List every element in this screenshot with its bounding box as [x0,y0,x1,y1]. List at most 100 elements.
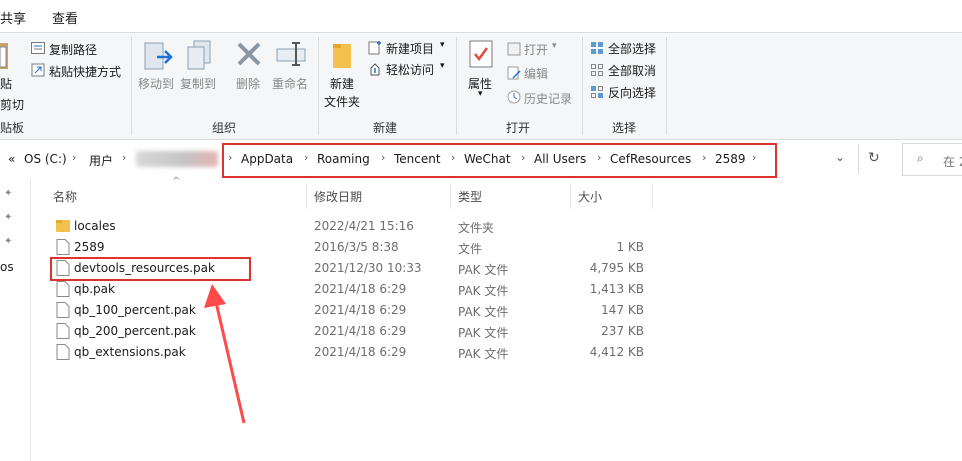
file-name: 2589 [74,240,105,254]
file-row[interactable]: qb_extensions.pak 2021/4/18 6:29 PAK 文件 … [50,342,650,363]
tab-share[interactable]: 共享 [0,8,26,27]
copy-to-button[interactable]: 复制到 [180,75,216,92]
file-date: 2021/4/18 6:29 [314,282,407,296]
paste-shortcut-button[interactable]: 粘贴快捷方式 [49,63,121,80]
file-type: PAK 文件 [458,284,509,298]
nav-item-fragment[interactable]: os [0,260,14,274]
file-icon [56,323,70,339]
search-box[interactable]: ⌕ 在 2 [902,143,962,176]
new-folder-label-1[interactable]: 新建 [330,75,354,92]
properties-icon [468,39,494,72]
column-divider[interactable] [306,183,307,209]
file-size: 1,413 KB [589,282,644,296]
edit-button[interactable]: 编辑 [524,65,548,82]
highlight-box-file [50,257,251,281]
refresh-icon[interactable]: ↻ [868,150,880,166]
column-header-name[interactable]: 名称 [53,188,77,205]
select-group-label: 选择 [612,121,637,135]
history-button[interactable]: 历史记录 [524,90,572,107]
column-divider[interactable] [570,183,571,209]
file-date: 2021/4/18 6:29 [314,324,407,338]
column-header-type[interactable]: 类型 [458,188,482,205]
file-type: PAK 文件 [458,305,509,319]
edit-icon [507,66,521,83]
ribbon: 贴 剪切 复制路径 粘贴快捷方式 贴板 移动到 复制到 删除 重命名 组织 新建… [0,32,962,140]
file-date: 2022/4/21 15:16 [314,219,414,233]
new-item-icon [368,41,382,58]
search-placeholder: 在 2 [943,155,962,169]
file-type: 文件 [458,242,483,256]
chevron-down-icon[interactable]: ▾ [440,61,445,71]
file-size: 4,412 KB [589,345,644,359]
pin-icon[interactable]: ✦ [4,212,12,223]
file-row[interactable]: qb_200_percent.pak 2021/4/18 6:29 PAK 文件… [50,321,650,342]
breadcrumb-overflow[interactable]: « [8,152,15,166]
file-name: qb_extensions.pak [74,345,186,359]
file-row[interactable]: 2589 2016/3/5 8:38 文件 1 KB [50,237,650,258]
invert-selection-button[interactable]: 反向选择 [608,84,656,101]
ribbon-separator [582,37,583,135]
breadcrumb-drive[interactable]: OS (C:) [24,152,67,166]
chevron-down-icon[interactable]: ▾ [440,40,445,50]
copy-path-button[interactable]: 复制路径 [49,41,97,58]
file-type: PAK 文件 [458,347,509,361]
file-size: 4,795 KB [589,261,644,275]
file-icon [56,302,70,318]
paste-button[interactable]: 贴 [0,75,12,92]
file-row[interactable]: qb.pak 2021/4/18 6:29 PAK 文件 1,413 KB [50,279,650,300]
organize-group-label: 组织 [212,121,237,135]
chevron-down-icon[interactable]: ▾ [478,89,483,99]
history-dropdown-icon[interactable]: ⌄ [835,150,845,164]
new-folder-label-2[interactable]: 文件夹 [324,93,360,110]
tab-view[interactable]: 查看 [52,8,78,27]
file-name: locales [74,219,116,233]
ribbon-separator [666,37,667,135]
chevron-right-icon[interactable]: › [122,151,126,164]
annotation-arrow [204,284,246,424]
column-divider[interactable] [450,183,451,209]
move-to-icon [143,39,175,76]
file-icon [56,239,70,255]
select-none-button[interactable]: 全部取消 [608,62,656,79]
rename-icon [276,41,306,70]
column-header-date[interactable]: 修改日期 [314,188,362,205]
file-date: 2021/4/18 6:29 [314,345,407,359]
file-row[interactable]: qb_100_percent.pak 2021/4/18 6:29 PAK 文件… [50,300,650,321]
ribbon-separator [318,37,319,135]
new-item-button[interactable]: 新建项目 [386,40,434,57]
file-icon [56,344,70,360]
file-row[interactable]: locales 2022/4/21 15:16 文件夹 [50,216,650,237]
move-to-button[interactable]: 移动到 [138,75,174,92]
cut-button[interactable]: 剪切 [0,96,24,113]
chevron-right-icon[interactable]: › [72,151,76,164]
breadcrumb-users[interactable]: 用户 [89,152,113,169]
column-divider[interactable] [652,183,653,209]
copy-path-icon [31,42,45,57]
pane-splitter[interactable] [30,180,31,461]
blurred-username [136,151,218,167]
sort-up-icon: ^ [172,176,181,187]
ribbon-separator [131,37,132,135]
file-size: 147 KB [601,303,644,317]
ribbon-separator [456,37,457,135]
file-type: PAK 文件 [458,263,509,277]
column-header-size[interactable]: 大小 [578,188,602,205]
easy-access-button[interactable]: 轻松访问 [386,61,434,78]
select-all-button[interactable]: 全部选择 [608,40,656,57]
select-none-icon [590,63,604,80]
paste-icon [0,41,8,74]
pin-icon[interactable]: ✦ [4,236,12,247]
copy-to-icon [186,39,216,76]
file-date: 2016/3/5 8:38 [314,240,399,254]
chevron-down-icon[interactable]: ▾ [552,41,557,51]
rename-button[interactable]: 重命名 [272,75,308,92]
file-size: 1 KB [616,240,644,254]
file-date: 2021/12/30 10:33 [314,261,422,275]
open-button[interactable]: 打开 [524,41,548,58]
file-date: 2021/4/18 6:29 [314,303,407,317]
delete-button[interactable]: 删除 [236,75,260,92]
paste-shortcut-icon [31,63,45,80]
navigation-pane: ✦ ✦ ✦ os [0,180,30,461]
pin-icon[interactable]: ✦ [4,188,12,199]
file-icon [56,281,70,297]
